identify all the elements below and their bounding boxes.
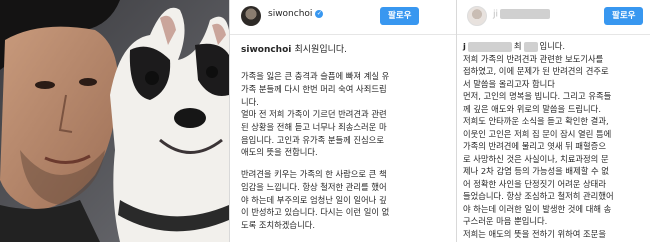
instagram-post-blurred-user: ji 팔로우 j 최 입니다. 저희 가족의 반려견과 관련한 보도기사를 접하였고…: [456, 0, 650, 242]
post-header: siwonchoi ✓ 팔로우: [230, 0, 457, 35]
caption-paragraph-1: 가족을 잃은 큰 충격과 슬픔에 빠져 계실 유 가족 분들께 다시 한번 머리…: [241, 70, 453, 108]
man-with-bulldog-photo: [0, 0, 229, 242]
blurred-name: [523, 41, 538, 52]
caption-line: 반려견을 키우는 가족의 한 사람으로 큰 책: [241, 169, 387, 179]
caption-line: 께 깊은 애도와 위로의 말씀을 드립니다.: [463, 103, 601, 114]
caption-line: 어 정확한 사인을 단정짓기 어려운 상태라: [463, 178, 606, 189]
verified-badge-icon: ✓: [315, 9, 324, 18]
caption-line: 구스러운 마음 뿐입니다.: [463, 216, 548, 226]
caption-line: 얼마 전 저희 가족이 기르던 반려견과 관련: [241, 109, 387, 119]
caption-header: siwonchoi 최시원입니다.: [241, 42, 347, 55]
avatar[interactable]: [467, 6, 487, 26]
blurred-username: [500, 9, 551, 19]
caption-line: 도록 조치하겠습니다.: [241, 220, 315, 231]
caption-line: 저희도 안타까운 소식을 듣고 확인한 결과,: [463, 116, 609, 126]
caption-header: j 최 입니다.: [463, 41, 566, 52]
follow-button[interactable]: 팔로우: [380, 7, 420, 25]
caption-line: 저희는 애도의 뜻을 전하기 위하여 조문을: [463, 228, 606, 239]
caption-username[interactable]: siwonchoi: [241, 45, 291, 55]
caption: j 최 입니다. 저희 가족의 반려견과 관련한 보도기사를 접하였고, 이에 문제…: [463, 40, 649, 240]
username[interactable]: siwonchoi ✓: [268, 9, 324, 19]
caption-line: 로 사망하신 것은 사실이나, 치료과정의 문: [463, 153, 609, 164]
username[interactable]: ji: [493, 9, 552, 20]
caption-line: 들었습니다. 항상 조심하고 철저히 관리했어: [463, 191, 614, 201]
caption-line: 먼저, 고인의 명복을 빕니다. 그리고 유족들: [463, 91, 612, 101]
instagram-post-siwonchoi: siwonchoi ✓ 팔로우 siwonchoi 최시원입니다. 가족을 잃은 …: [229, 0, 457, 242]
caption-line: 된 상황을 전해 듣고 너무나 죄송스러운 마: [241, 121, 387, 132]
post-photo: [0, 0, 229, 242]
blurred-username: [467, 41, 512, 52]
caption-line: 가족 분들께 다시 한번 머리 숙여 사죄드립: [241, 83, 387, 94]
caption-line: 이 반성하고 있습니다. 다시는 이런 일이 없: [241, 207, 390, 218]
caption-line: 야 하는데 부주의로 엄청난 일이 일어나 깊: [241, 194, 387, 205]
caption-paragraph-2: 얼마 전 저희 가족이 기르던 반려견과 관련 된 상황을 전해 듣고 너무나 …: [241, 108, 453, 159]
caption-paragraph-3: 반려견을 키우는 가족의 한 사람으로 큰 책 임감을 느낍니다. 항상 철저한…: [241, 168, 453, 232]
follow-button[interactable]: 팔로우: [604, 7, 644, 25]
caption-line: 가족을 잃은 큰 충격과 슬픔에 빠져 계실 유: [241, 71, 390, 81]
caption-title: 최: [513, 41, 522, 51]
caption-line: 서 말씀을 올리고자 합니다: [463, 78, 555, 89]
post-header: ji 팔로우: [457, 0, 650, 35]
caption-line: 애도의 뜻을 전합니다.: [241, 147, 318, 158]
caption-line: 접하였고, 이에 문제가 된 반려견의 견주로: [463, 66, 609, 76]
caption-line: 야 하는데 이러한 일이 발생한 것에 대해 송: [463, 203, 612, 214]
caption-line: 제나 2차 감염 등의 가능성을 배제할 수 없: [463, 166, 609, 176]
avatar[interactable]: [241, 6, 261, 26]
caption-line: 가족의 반려견에 물리고 엿새 뒤 패혈증으: [463, 141, 606, 151]
caption-line: 임감을 느낍니다. 항상 철저한 관리를 했어: [241, 181, 387, 192]
caption-line: 이웃인 고인은 저희 집 문이 잠시 열린 틈에: [463, 128, 612, 139]
caption-line: 저희 가족의 반려견과 관련한 보도기사를: [463, 53, 604, 64]
caption-username[interactable]: j: [463, 41, 466, 51]
caption-line: 니다.: [241, 96, 259, 107]
caption-title: 최시원입니다.: [294, 45, 348, 55]
caption-line: 음입니다. 고인과 유가족 분들께 진심으로: [241, 134, 384, 145]
